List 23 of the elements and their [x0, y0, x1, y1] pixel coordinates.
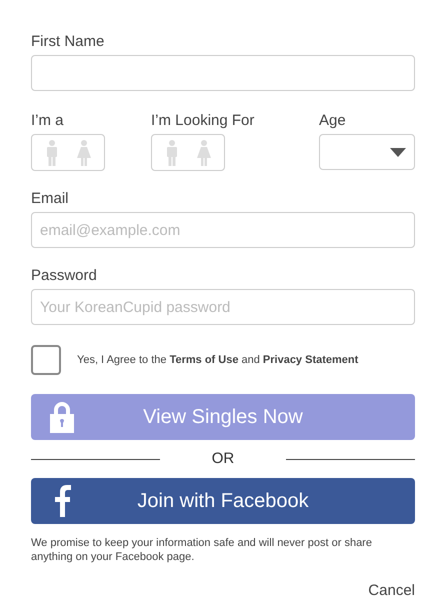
caret-icon: [390, 148, 406, 156]
privacy-note: We promise to keep your information safe and will never post or share anything on your Facebook page.: [31, 536, 373, 564]
male-icon[interactable]: [166, 140, 178, 166]
female-icon[interactable]: [196, 140, 210, 166]
picker-label: I’m a: [31, 112, 64, 130]
picker-label: I’m Looking For: [151, 112, 254, 130]
field-label: Age: [319, 112, 346, 130]
lock-icon: [49, 401, 75, 433]
field-label: Email: [31, 190, 69, 208]
male-icon[interactable]: [46, 140, 58, 166]
input-field[interactable]: email@example.com: [31, 212, 415, 248]
facebook-button[interactable]: Join with Facebook: [31, 478, 415, 524]
facebook-icon: [53, 484, 71, 516]
agreement-text: Yes, I Agree to the Terms of Use and Privacy Statement: [77, 352, 358, 368]
input-field[interactable]: [31, 55, 415, 91]
field-label: First Name: [31, 33, 104, 51]
divider-text: OR: [212, 449, 234, 469]
checkbox[interactable]: [31, 345, 61, 375]
input-field[interactable]: Your KoreanCupid password: [31, 289, 415, 325]
field-label: Password: [31, 267, 97, 285]
cancel-link[interactable]: Cancel: [368, 580, 415, 602]
female-icon[interactable]: [76, 140, 90, 166]
age-select[interactable]: [319, 134, 415, 170]
